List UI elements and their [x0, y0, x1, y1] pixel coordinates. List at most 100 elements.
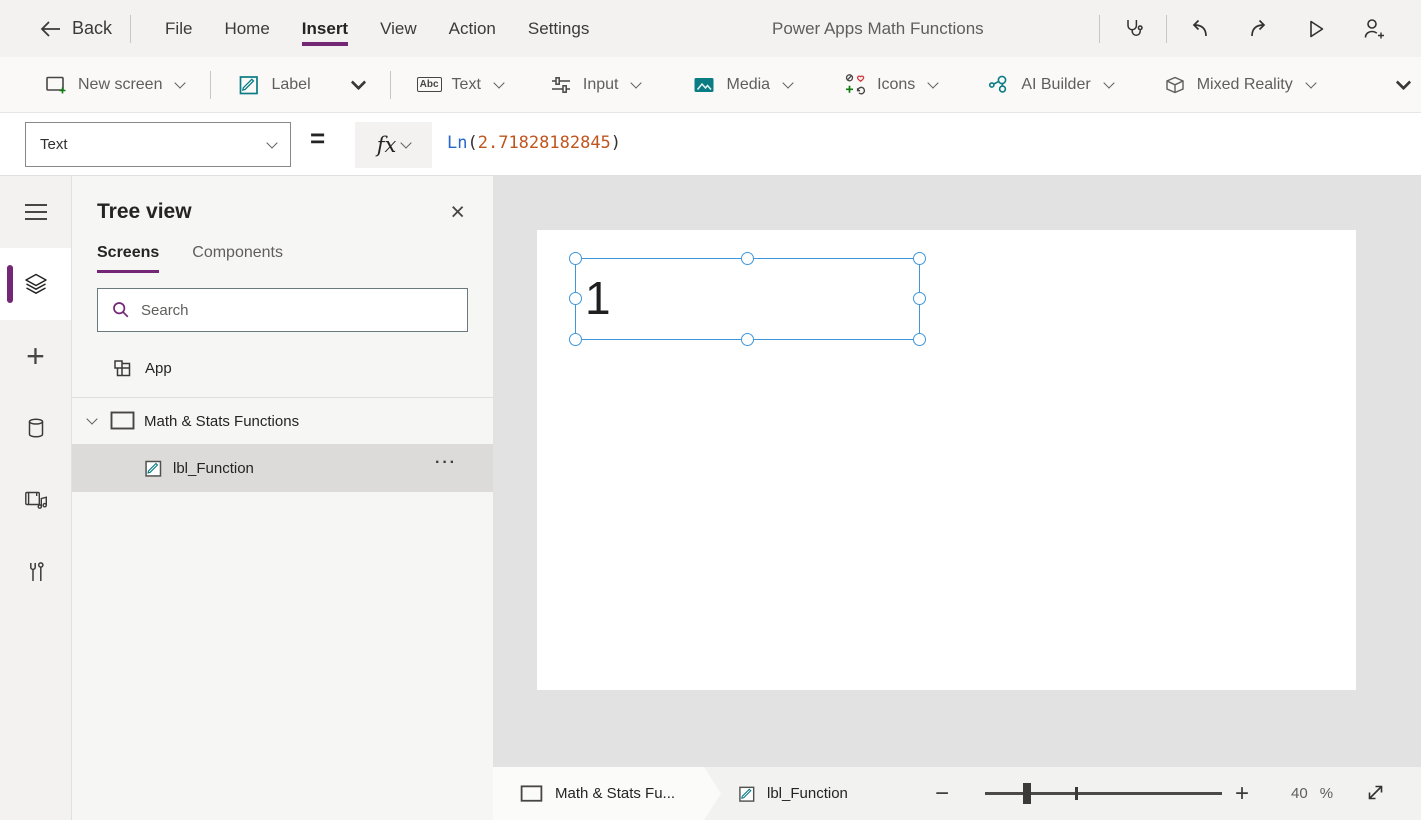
ai-builder-icon: [987, 73, 1011, 97]
powerapps-studio: { "colors": { "accent_purple": "#742774"…: [0, 0, 1421, 820]
ribbon-overflow-chevron-icon[interactable]: [1396, 75, 1412, 91]
tab-screens[interactable]: Screens: [97, 244, 159, 273]
resize-handle-top-right[interactable]: [913, 252, 926, 265]
input-sliders-icon: [549, 73, 573, 97]
zoom-slider[interactable]: [985, 792, 1222, 795]
undo-icon[interactable]: [1171, 17, 1229, 41]
back-button[interactable]: Back: [40, 18, 112, 39]
advanced-tools-nav-button[interactable]: [0, 536, 71, 608]
layers-icon: [23, 271, 49, 297]
divider: [1099, 15, 1100, 43]
resize-handle-bottom-left[interactable]: [569, 333, 582, 346]
panel-title: Tree view: [97, 200, 192, 224]
icons-dropdown[interactable]: Icons: [844, 73, 937, 96]
breadcrumb-control[interactable]: lbl_Function: [737, 767, 848, 820]
back-label: Back: [72, 18, 112, 39]
fit-to-window-icon[interactable]: [1365, 782, 1386, 803]
label-button[interactable]: Label: [237, 73, 310, 97]
chevron-down-icon: [928, 77, 939, 88]
menu-home[interactable]: Home: [208, 19, 285, 39]
resize-handle-bottom-center[interactable]: [741, 333, 754, 346]
app-checker-icon[interactable]: [1104, 17, 1162, 41]
label-control-text: 1: [585, 269, 611, 329]
tree-item-label: App: [145, 360, 172, 377]
selected-label-control[interactable]: 1: [575, 258, 920, 340]
resize-handle-top-center[interactable]: [741, 252, 754, 265]
media-nav-button[interactable]: [0, 464, 71, 536]
property-selector[interactable]: Text: [25, 122, 291, 167]
tree-view-nav-button[interactable]: [0, 248, 71, 320]
formula-function: Ln: [447, 133, 467, 153]
percent-sign: %: [1320, 785, 1333, 802]
chevron-down-icon: [266, 137, 277, 148]
zoom-out-button[interactable]: −: [935, 767, 949, 820]
divider: [1166, 15, 1167, 43]
more-options-icon[interactable]: ···: [435, 454, 457, 472]
canvas-backdrop: 1: [493, 176, 1421, 767]
screen-icon: [520, 785, 543, 803]
divider: [390, 71, 391, 99]
tab-components[interactable]: Components: [192, 244, 283, 273]
chevron-down-icon: [782, 77, 793, 88]
back-arrow-icon: [40, 20, 62, 38]
tree-item-app[interactable]: App: [72, 345, 493, 391]
divider: [130, 15, 131, 43]
hamburger-icon: [25, 204, 47, 220]
redo-icon[interactable]: [1229, 17, 1287, 41]
resize-handle-top-left[interactable]: [569, 252, 582, 265]
play-icon[interactable]: [1287, 18, 1345, 40]
search-box: [97, 288, 468, 332]
new-screen-icon: [44, 73, 68, 97]
media-image-icon: [692, 73, 716, 97]
menu-view[interactable]: View: [364, 19, 433, 39]
formula-paren-close: ): [611, 133, 621, 153]
resize-handle-bottom-right[interactable]: [913, 333, 926, 346]
search-input[interactable]: [141, 302, 441, 319]
insert-ribbon: New screen Label Abc Text Input: [0, 57, 1421, 113]
menu-file[interactable]: File: [149, 19, 208, 39]
menu-action[interactable]: Action: [433, 19, 512, 39]
ai-builder-dropdown[interactable]: AI Builder: [987, 73, 1112, 97]
media-dropdown[interactable]: Media: [692, 73, 792, 97]
database-icon: [24, 416, 48, 440]
property-selected-value: Text: [40, 136, 68, 153]
equals-sign: =: [310, 123, 325, 154]
formula-number: 2.71828182845: [478, 133, 611, 153]
collapse-menu-button[interactable]: [0, 176, 71, 248]
screen-icon: [110, 411, 135, 431]
data-nav-button[interactable]: [0, 392, 71, 464]
input-dropdown[interactable]: Input: [549, 73, 641, 97]
zoom-percentage: 40 %: [1291, 767, 1333, 820]
zoom-slider-thumb[interactable]: [1023, 783, 1031, 804]
icons-collection-icon: [844, 73, 867, 96]
mixed-reality-dropdown[interactable]: Mixed Reality: [1163, 73, 1315, 97]
zoom-value: 40: [1291, 785, 1308, 802]
resize-handle-middle-left[interactable]: [569, 292, 582, 305]
breadcrumb-screen[interactable]: Math & Stats Fu...: [493, 767, 721, 820]
mixed-reality-cube-icon: [1163, 73, 1187, 97]
menu-insert[interactable]: Insert: [286, 19, 364, 39]
formula-paren-open: (: [467, 133, 477, 153]
share-person-icon[interactable]: [1345, 16, 1403, 42]
fx-dropdown[interactable]: fx: [355, 122, 432, 168]
expand-chevron-icon[interactable]: [86, 413, 97, 424]
resize-handle-middle-right[interactable]: [913, 292, 926, 305]
media-film-note-icon: [23, 487, 49, 513]
zoom-in-button[interactable]: +: [1235, 767, 1249, 820]
new-screen-button[interactable]: New screen: [44, 73, 184, 97]
menu-settings[interactable]: Settings: [512, 19, 605, 39]
plus-icon: +: [26, 340, 45, 372]
formula-input[interactable]: Ln(2.71828182845): [447, 113, 621, 176]
app-screen-artboard[interactable]: 1: [537, 230, 1356, 690]
text-dropdown[interactable]: Abc Text: [417, 76, 503, 94]
close-icon[interactable]: ×: [450, 202, 465, 222]
formula-bar: Text = fx Ln(2.71828182845): [0, 113, 1421, 176]
tools-icon: [24, 560, 48, 584]
chevron-down-icon: [631, 77, 642, 88]
tree-item-screen[interactable]: Math & Stats Functions: [72, 398, 493, 444]
tree-view-tabs: Screens Components: [72, 224, 493, 273]
breadcrumb-label: lbl_Function: [767, 785, 848, 802]
tree-item-control-selected[interactable]: lbl_Function ···: [72, 444, 493, 492]
more-controls-chevron-icon[interactable]: [350, 75, 366, 91]
insert-nav-button[interactable]: +: [0, 320, 71, 392]
